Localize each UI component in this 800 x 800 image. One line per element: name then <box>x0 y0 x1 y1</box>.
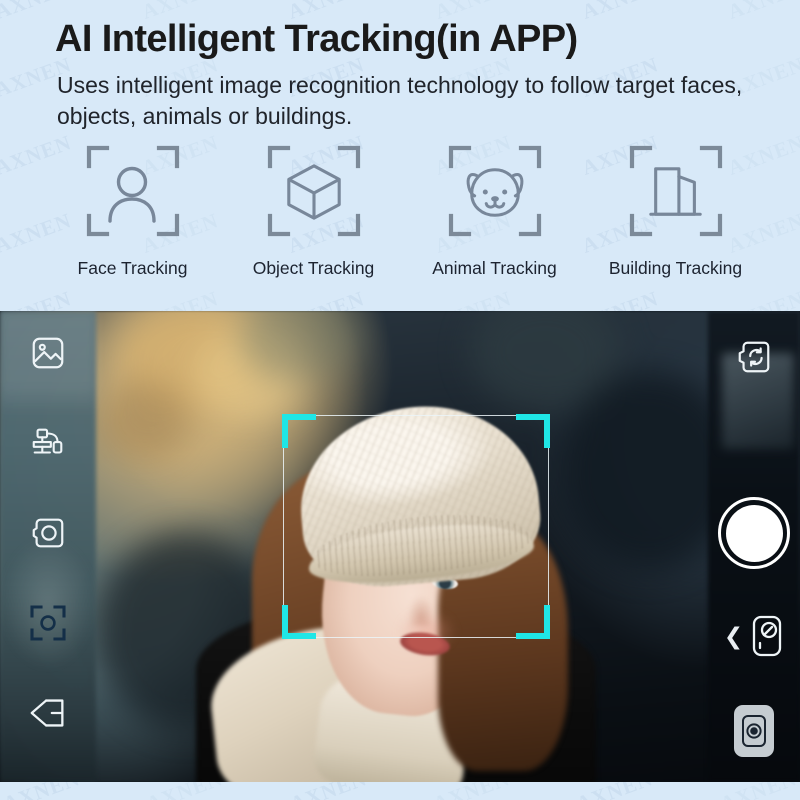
camera-mode-icon <box>32 518 64 548</box>
tracking-corner-bottom-left <box>282 605 316 639</box>
feature-label: Object Tracking <box>252 258 375 278</box>
tracking-corner-top-left <box>282 414 316 448</box>
back-arrow-icon <box>30 699 64 727</box>
corner-brackets-icon <box>629 145 722 237</box>
product-feature-page: AXNEN AXNEN AXNEN AXNEN AXNEN AXNEN AXNE… <box>0 0 800 800</box>
left-toolbar <box>0 311 96 782</box>
animal-tracking-icon <box>447 142 543 242</box>
gallery-thumb-button[interactable] <box>734 705 774 757</box>
watermark-text: AXNEN <box>113 782 256 800</box>
right-toolbar: ❮ <box>708 311 800 782</box>
watermark-text: AXNEN <box>400 782 543 800</box>
shutter-button[interactable] <box>718 497 790 569</box>
tracking-bounding-box[interactable] <box>282 414 550 639</box>
feature-label: Building Tracking <box>608 258 743 278</box>
mode-selector-row[interactable]: ❮ <box>724 613 784 659</box>
gallery-thumb-icon <box>742 715 766 747</box>
gallery-icon <box>32 337 64 369</box>
camera-flip-button[interactable] <box>726 329 782 385</box>
face-tracking-icon <box>85 142 181 242</box>
ai-tracking-icon <box>30 605 66 641</box>
feature-label: Face Tracking <box>77 258 188 278</box>
watermark-text: AXNEN <box>687 782 800 800</box>
corner-brackets-icon <box>448 145 541 237</box>
footer-watermark-layer: AXNEN AXNEN AXNEN AXNEN AXNEN AXNEN <box>0 782 800 800</box>
live-preview-image <box>0 311 800 782</box>
feature-item-building: Building Tracking <box>588 142 763 279</box>
back-button[interactable] <box>20 685 76 741</box>
ai-tracking-button[interactable] <box>20 595 76 651</box>
camera-flip-icon <box>738 341 770 373</box>
footer-strip: AXNEN AXNEN AXNEN AXNEN AXNEN AXNEN <box>0 782 800 800</box>
feature-list: Face Tracking Object Tracking Animal Tra… <box>45 142 763 292</box>
ptz-control-icon <box>32 428 63 454</box>
camera-mode-button[interactable] <box>20 505 76 561</box>
device-view-icon <box>752 615 782 657</box>
header-section: AXNEN AXNEN AXNEN AXNEN AXNEN AXNEN AXNE… <box>0 0 800 311</box>
corner-brackets-icon <box>267 145 360 237</box>
building-tracking-icon <box>628 142 724 242</box>
corner-brackets-icon <box>86 145 179 237</box>
gallery-button[interactable] <box>20 325 76 381</box>
feature-item-face: Face Tracking <box>45 142 220 279</box>
feature-item-animal: Animal Tracking <box>407 142 582 279</box>
tracking-corner-top-right <box>516 414 550 448</box>
camera-preview-section: ❮ <box>0 311 800 782</box>
ptz-control-button[interactable] <box>20 415 76 471</box>
feature-item-object: Object Tracking <box>226 142 401 279</box>
page-title: AI Intelligent Tracking(in APP) <box>55 18 578 60</box>
watermark-text: AXNEN <box>0 782 113 800</box>
page-subtitle: Uses intelligent image recognition techn… <box>57 72 743 129</box>
mode-prev-chevron-icon[interactable]: ❮ <box>724 624 743 648</box>
feature-label: Animal Tracking <box>432 258 557 278</box>
watermark-text: AXNEN <box>543 782 686 800</box>
watermark-text: AXNEN <box>257 782 400 800</box>
cube-tracking-icon <box>266 142 362 242</box>
tracking-corner-bottom-right <box>516 605 550 639</box>
shutter-inner <box>725 504 783 562</box>
